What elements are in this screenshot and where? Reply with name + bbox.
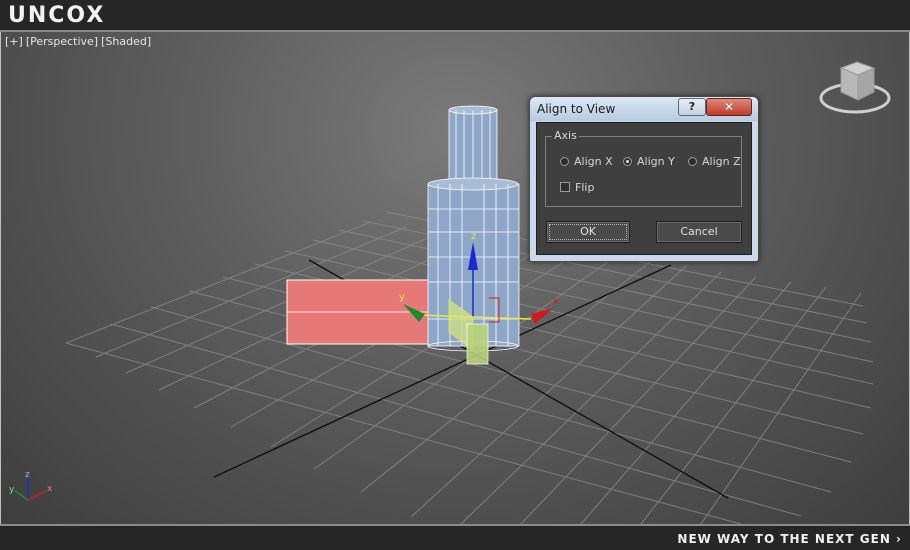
dialog-body: Axis Align X Align Y Align Z Flip OK Can… [536,122,752,255]
tagline: NEW WAY TO THE NEXT GEN › [677,532,902,546]
viewport-menu-perspective[interactable]: [Perspective] [26,35,98,48]
gizmo-x-label: x [553,296,559,307]
help-button[interactable]: ? [678,98,706,116]
gizmo-y-label: y [399,292,405,303]
brand-logo: UNCOX [8,3,106,28]
close-button[interactable]: ✕ [706,98,752,116]
align-to-view-dialog: Align to View ? ✕ Axis Align X Align Y A… [529,96,759,262]
perspective-viewport[interactable]: z y x z x y [+] [Perspective] [Shaded] [0,32,910,524]
scene-canvas[interactable]: z y x z x y [1,32,910,524]
cancel-button[interactable]: Cancel [656,221,742,243]
radio-dot-x [560,156,569,166]
flip-checkbox-box[interactable] [560,182,570,192]
ok-button[interactable]: OK [546,221,630,243]
axis-group-label: Axis [552,129,579,142]
align-y-label: Align Y [637,155,675,168]
tripod-z-label: z [25,470,30,480]
tripod-x-label: x [47,484,53,494]
axis-groupbox: Axis Align X Align Y Align Z Flip [545,129,742,207]
viewcube[interactable] [819,61,891,114]
radio-dot-z [688,156,697,166]
viewport-label[interactable]: [+] [Perspective] [Shaded] [5,35,154,48]
align-x-label: Align X [574,155,613,168]
flip-checkbox[interactable]: Flip [560,181,594,194]
gizmo-z-label: z [471,231,476,242]
flip-label: Flip [575,181,595,194]
axis-tripod: z x y [9,470,53,501]
top-bar: UNCOX [0,0,910,32]
viewport-menu-shaded[interactable]: [Shaded] [101,35,151,48]
bottom-bar: NEW WAY TO THE NEXT GEN › [0,524,910,550]
dialog-titlebar[interactable]: Align to View ? ✕ [530,97,758,121]
radio-dot-y [623,156,632,166]
align-y-radio[interactable]: Align Y [623,155,675,169]
tripod-y-label: y [9,485,15,495]
dialog-title: Align to View [537,102,616,116]
align-x-radio[interactable]: Align X [560,155,613,169]
align-z-label: Align Z [702,155,741,168]
viewport-menu-plus[interactable]: [+] [5,35,23,48]
align-z-radio[interactable]: Align Z [688,155,741,169]
